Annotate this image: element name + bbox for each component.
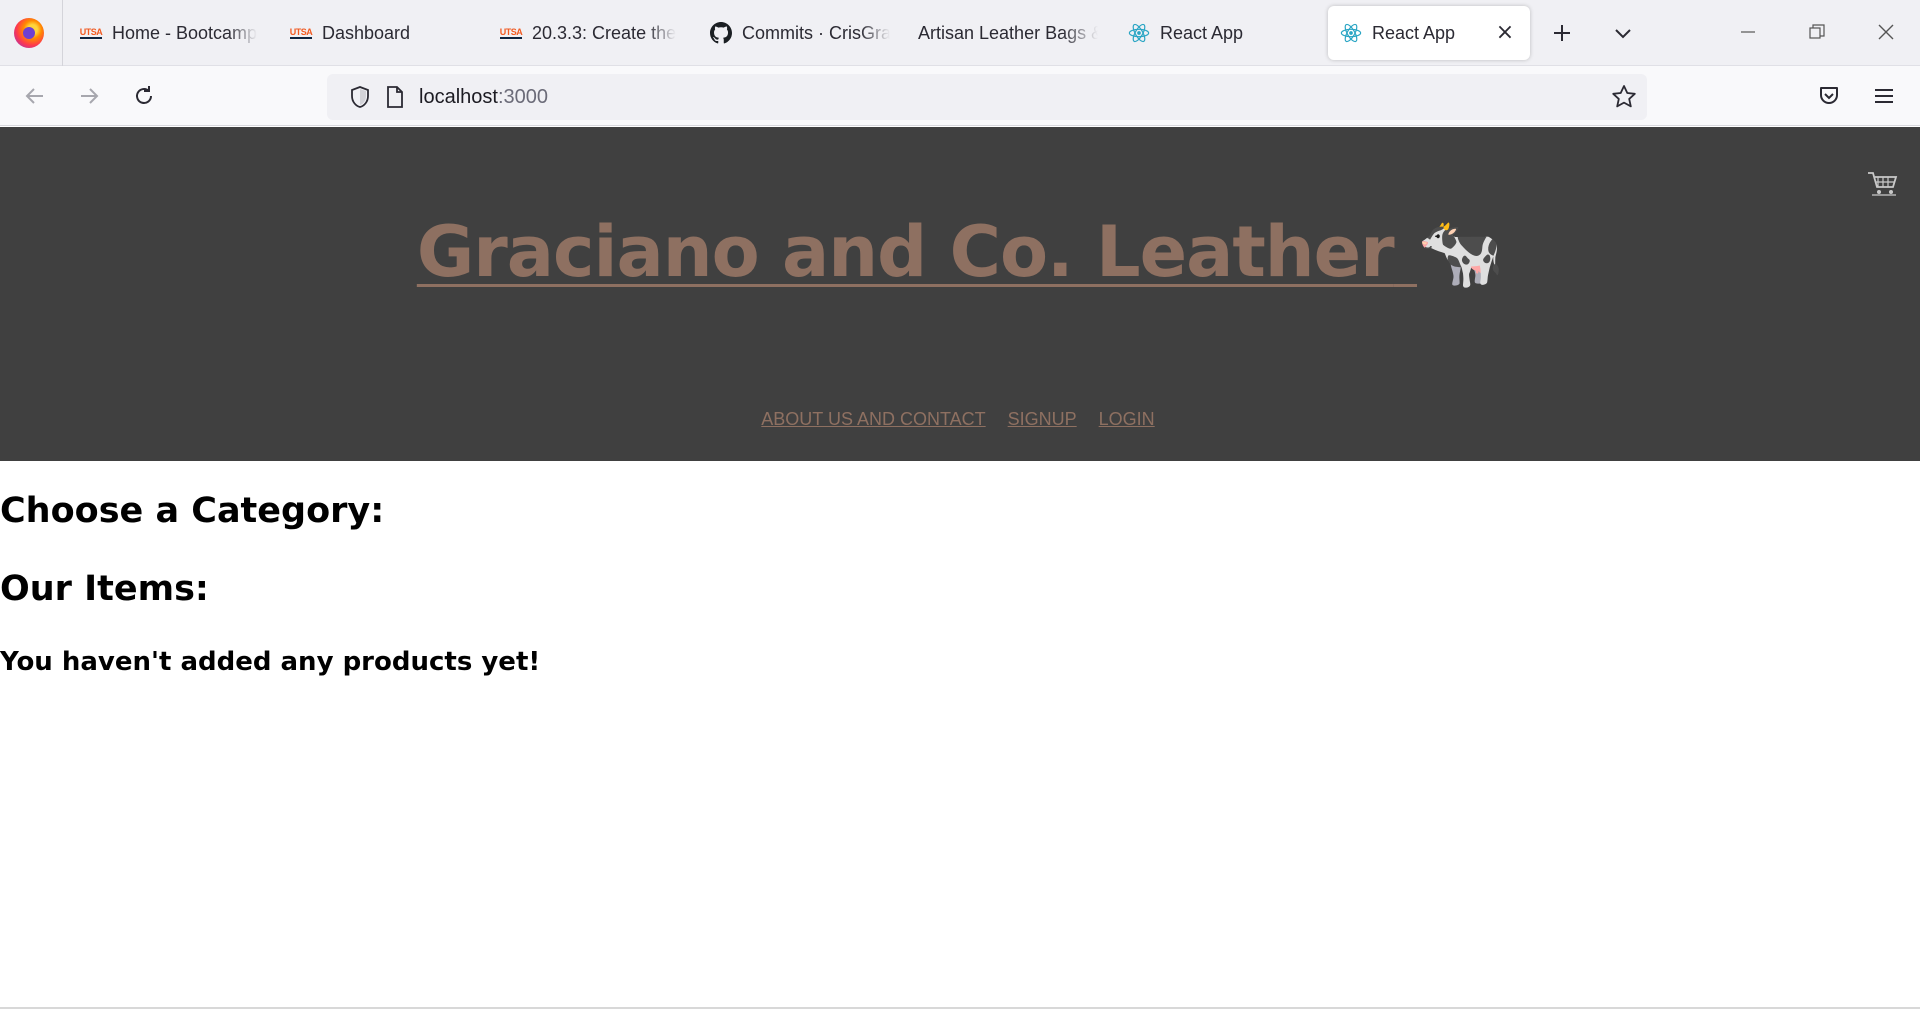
- site-title-link[interactable]: Graciano and Co. Leather 🐄: [0, 211, 1920, 294]
- tab-label: React App: [1372, 22, 1456, 43]
- cow-emoji: 🐄: [1417, 211, 1504, 293]
- site-title-text: Graciano and Co. Leather: [416, 211, 1395, 293]
- restore-icon[interactable]: [1797, 14, 1837, 50]
- shield-icon[interactable]: [349, 85, 371, 113]
- tab-github-commits[interactable]: Commits · CrisGra: [710, 6, 890, 60]
- tab-label: Home - Bootcamp: [112, 22, 258, 43]
- tab-label: Artisan Leather Bags &: [918, 22, 1098, 43]
- about-contact-link[interactable]: ABOUT US AND CONTACT: [761, 409, 985, 430]
- new-tab-icon[interactable]: [1547, 18, 1577, 48]
- tab-react-app-active[interactable]: React App ×: [1328, 6, 1530, 60]
- tab-strip-divider: [62, 0, 63, 66]
- github-icon: [710, 22, 732, 44]
- signup-link[interactable]: SIGNUP: [1008, 409, 1077, 430]
- reload-icon[interactable]: [128, 80, 160, 112]
- page-content: Graciano and Co. Leather 🐄 ABOUT US AND …: [0, 127, 1920, 1009]
- tab-label: 20.3.3: Create the: [532, 22, 677, 43]
- category-heading: Choose a Category:: [0, 491, 385, 531]
- tab-home-bootcamp[interactable]: UTSA Home - Bootcamp: [80, 6, 260, 60]
- url-text[interactable]: localhost:3000: [419, 74, 548, 120]
- list-all-tabs-chevron-icon[interactable]: [1608, 18, 1638, 48]
- react-icon: [1128, 22, 1150, 44]
- bookmark-star-icon[interactable]: [1611, 84, 1637, 114]
- page-icon[interactable]: [385, 85, 405, 113]
- tab-label: Dashboard: [322, 22, 411, 43]
- site-header: Graciano and Co. Leather 🐄 ABOUT US AND …: [0, 127, 1920, 461]
- tab-react-app[interactable]: React App: [1128, 6, 1288, 60]
- utsa-icon: UTSA: [80, 27, 103, 39]
- tab-artisan-leather[interactable]: Artisan Leather Bags &: [918, 6, 1098, 60]
- pocket-icon[interactable]: [1813, 80, 1845, 112]
- minimize-icon[interactable]: [1728, 14, 1768, 50]
- items-heading: Our Items:: [0, 569, 209, 609]
- app-menu-icon[interactable]: [1868, 80, 1900, 112]
- address-bar[interactable]: localhost:3000: [327, 74, 1647, 120]
- site-nav: ABOUT US AND CONTACT SIGNUP LOGIN: [0, 409, 1918, 430]
- forward-arrow-icon[interactable]: [73, 80, 105, 112]
- tab-label: React App: [1160, 22, 1244, 43]
- close-tab-icon[interactable]: ×: [1494, 22, 1516, 44]
- react-icon: [1340, 22, 1362, 44]
- empty-products-message: You haven't added any products yet!: [0, 647, 541, 677]
- navigation-toolbar: localhost:3000: [0, 66, 1920, 126]
- close-window-icon[interactable]: [1866, 14, 1906, 50]
- tab-strip: UTSA Home - Bootcamp UTSA Dashboard UTSA…: [0, 0, 1920, 66]
- back-arrow-icon[interactable]: [19, 80, 51, 112]
- utsa-icon: UTSA: [500, 27, 523, 39]
- tab-dashboard[interactable]: UTSA Dashboard: [290, 6, 450, 60]
- login-link[interactable]: LOGIN: [1099, 409, 1155, 430]
- cart-icon[interactable]: [1866, 169, 1900, 199]
- tab-create-the[interactable]: UTSA 20.3.3: Create the: [500, 6, 680, 60]
- utsa-icon: UTSA: [290, 27, 313, 39]
- firefox-menu-icon[interactable]: [14, 18, 44, 48]
- tab-label: Commits · CrisGra: [742, 22, 890, 43]
